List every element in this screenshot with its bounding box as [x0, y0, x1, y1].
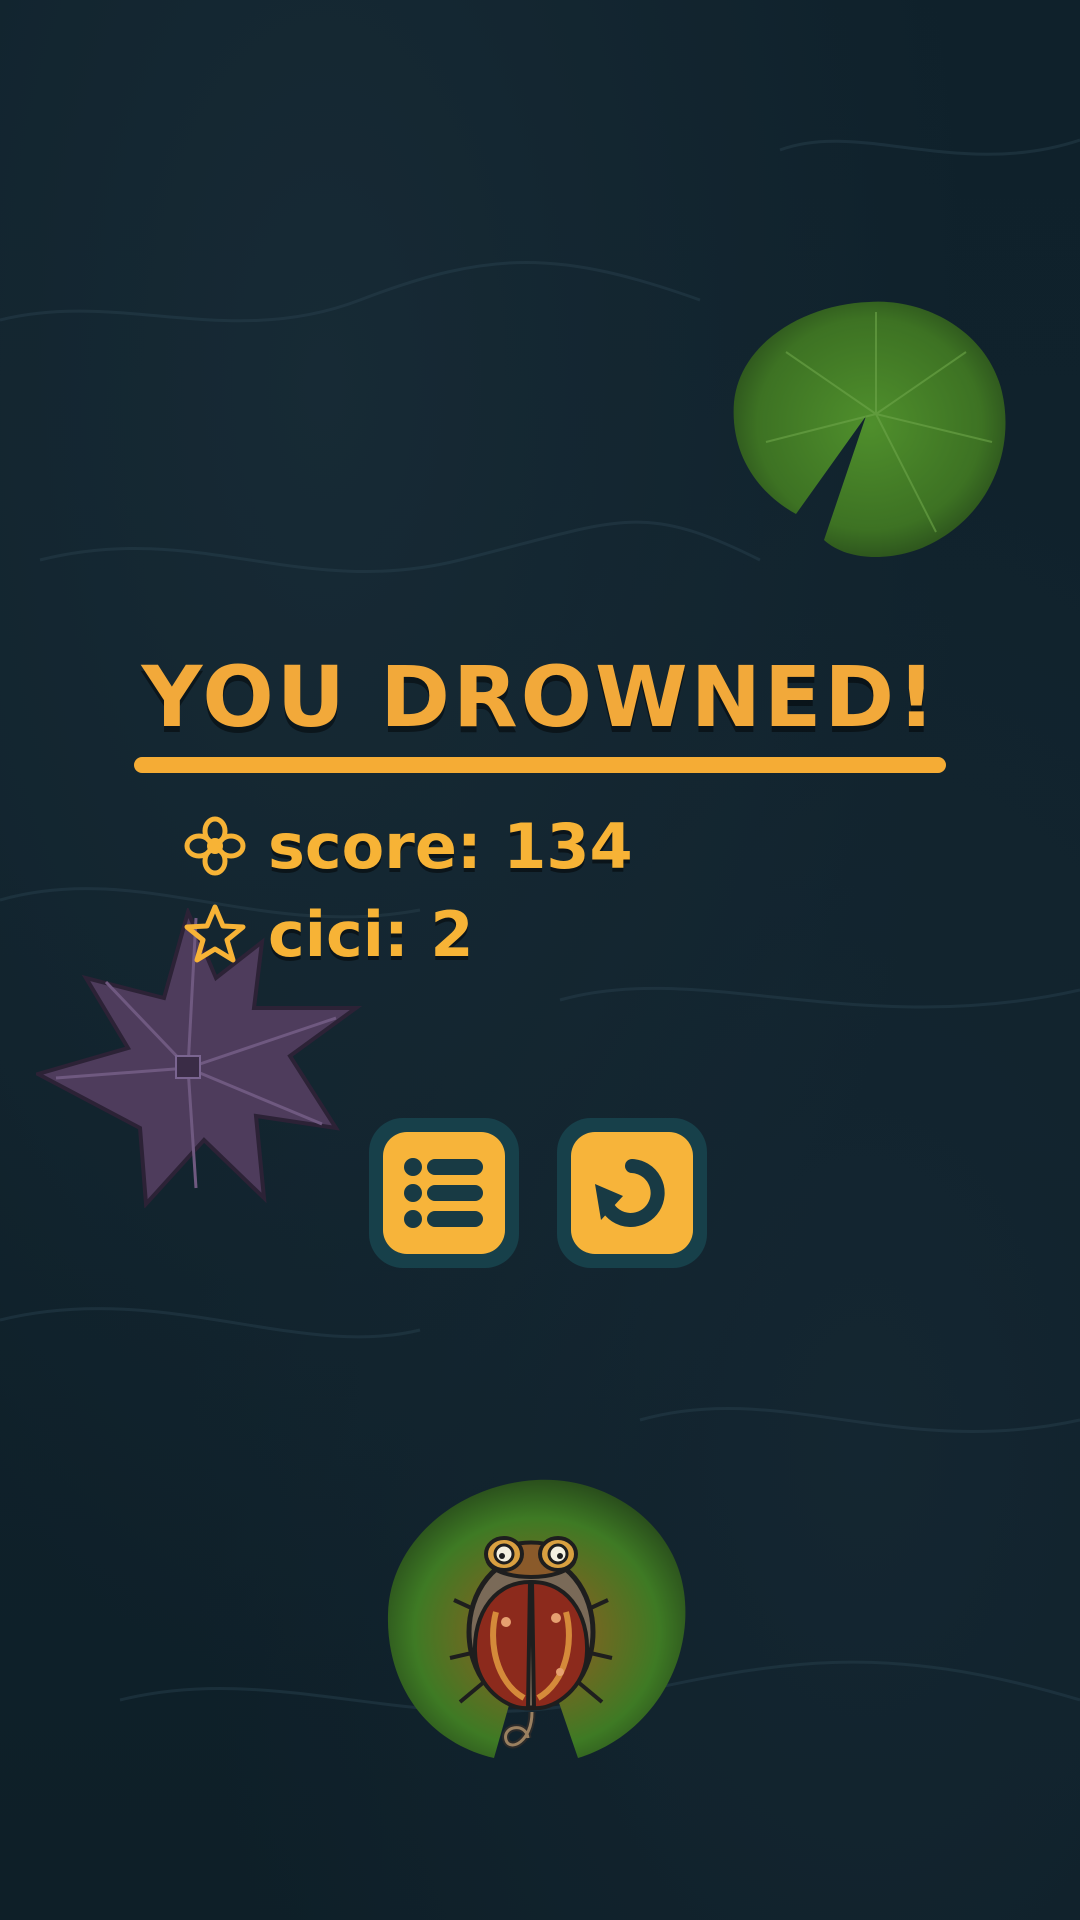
title-divider — [134, 757, 946, 773]
game-over-title: YOU DROWNED! — [141, 648, 939, 746]
score-stat: score: 134 — [182, 809, 633, 883]
restart-button[interactable] — [557, 1118, 707, 1268]
star-icon — [184, 904, 246, 963]
game-screen: YOU DROWNED! score: 134 cici: 2 — [0, 0, 1080, 1920]
restart-icon — [595, 1159, 665, 1227]
lily-pad — [733, 301, 1006, 558]
cici-label: cici: 2 — [268, 897, 474, 971]
menu-button[interactable] — [369, 1118, 519, 1268]
list-icon — [404, 1158, 483, 1228]
cici-stat: cici: 2 — [182, 897, 474, 971]
menu-button-face[interactable] — [383, 1132, 505, 1254]
beetle-player — [449, 1536, 613, 1749]
restart-button-face[interactable] — [571, 1132, 693, 1254]
flower-icon — [184, 816, 246, 876]
score-label: score: 134 — [268, 809, 633, 883]
